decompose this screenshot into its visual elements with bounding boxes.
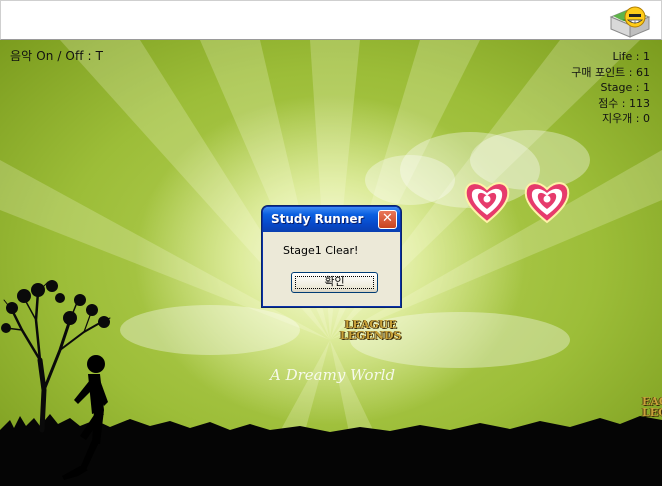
score-counter: 점수 : 113: [598, 96, 650, 110]
top-toolbar: [0, 0, 662, 40]
purchase-points-counter: 구매 포인트 : 61: [571, 65, 650, 79]
stage-clear-dialog: Study Runner ✕ Stage1 Clear! 확인: [262, 206, 401, 307]
dialog-title: Study Runner: [271, 212, 364, 226]
ground-silhouette: [0, 280, 662, 486]
hud-stats: Life : 1 구매 포인트 : 61 Stage : 1 점수 : 113 …: [571, 49, 650, 127]
game-scene[interactable]: 음악 On / Off : T Life : 1 구매 포인트 : 61 Sta…: [0, 40, 662, 486]
dialog-title-bar[interactable]: Study Runner ✕: [263, 207, 400, 232]
eraser-counter: 지우개 : 0: [601, 112, 650, 126]
dialog-message: Stage1 Clear!: [283, 244, 359, 257]
heart-target-icon[interactable]: [462, 176, 512, 226]
focus-rectangle: [295, 276, 374, 289]
ok-button[interactable]: 확인: [291, 272, 378, 293]
close-button[interactable]: ✕: [378, 210, 397, 229]
heart-target-icon[interactable]: [522, 176, 572, 226]
life-counter: Life : 1: [612, 50, 650, 63]
dialog-body: Stage1 Clear! 확인: [266, 232, 397, 304]
stage-counter: Stage : 1: [600, 81, 650, 95]
music-toggle-status: 음악 On / Off : T: [10, 49, 104, 63]
smiley-cube-icon[interactable]: [605, 3, 655, 39]
